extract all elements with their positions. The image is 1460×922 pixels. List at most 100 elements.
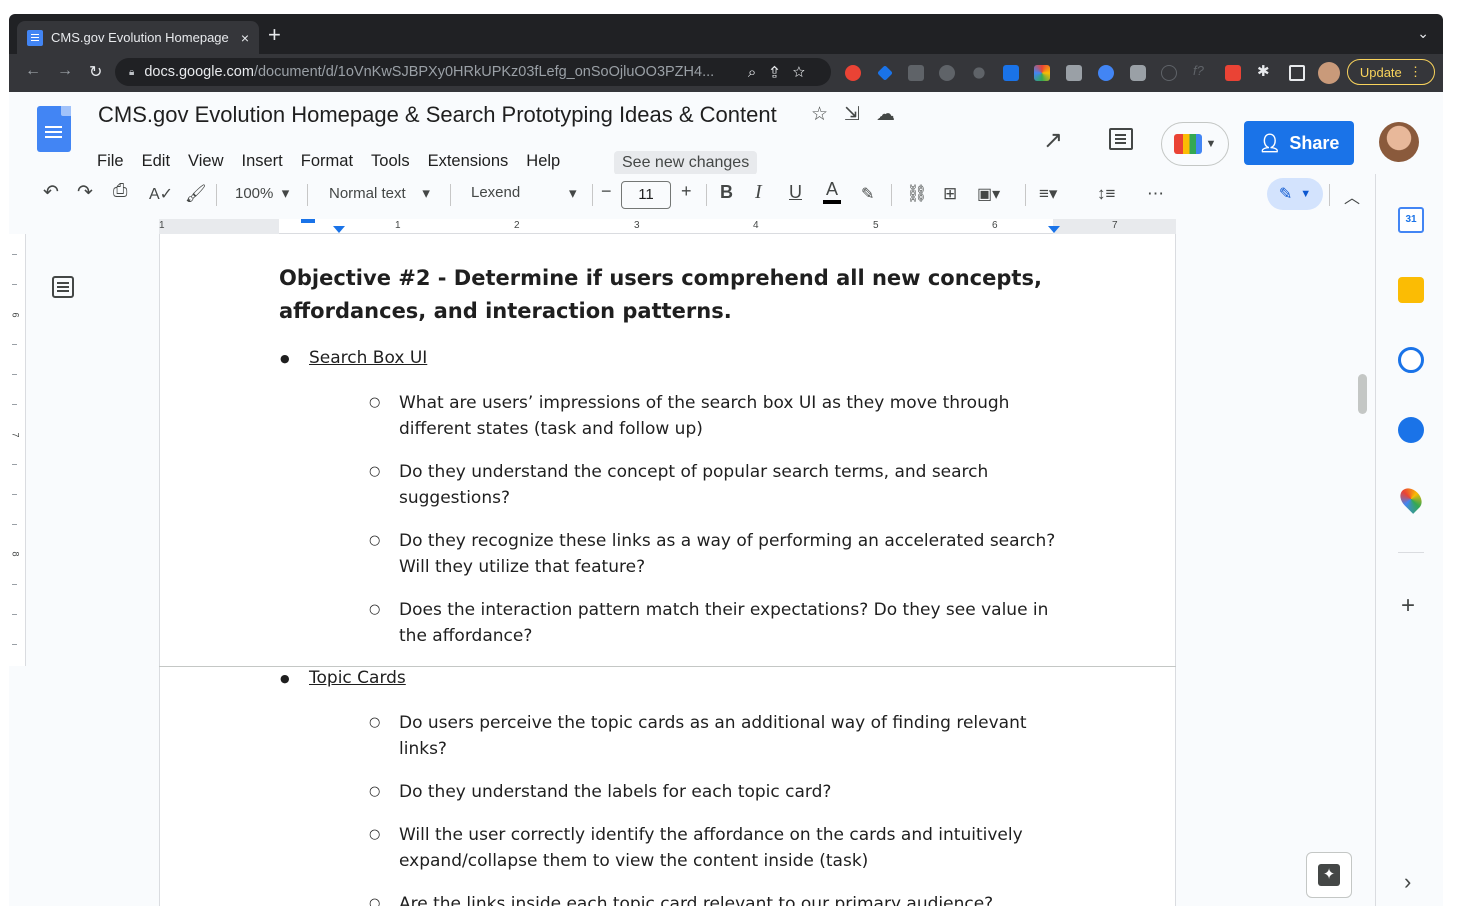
side-panel-toggle-icon[interactable] <box>1289 65 1305 81</box>
title-star-move-cloud-icon[interactable]: ☆⇲☁ <box>811 103 911 126</box>
menu-format[interactable]: Format <box>301 152 362 171</box>
extension-blue-icon[interactable] <box>1098 65 1114 81</box>
address-bar[interactable]: 🔒︎ docs.google.com /document/d/1oVnKwSJB… <box>115 58 831 86</box>
align-icon[interactable]: ≡▾ <box>1039 184 1057 204</box>
profile-avatar-icon[interactable] <box>1318 62 1340 84</box>
docs-logo-icon[interactable] <box>37 106 71 152</box>
meet-camera-icon <box>1173 134 1202 154</box>
expand-panel-icon[interactable]: › <box>1404 869 1411 895</box>
right-indent-handle[interactable] <box>1048 226 1060 233</box>
list-item: Are the links inside each topic card rel… <box>369 891 1069 906</box>
collapse-menus-icon[interactable]: ︿ <box>1344 184 1360 208</box>
extension-u-icon[interactable] <box>939 65 955 81</box>
document-body[interactable]: Objective #2 - Determine if users compre… <box>279 262 1079 906</box>
editing-mode-button[interactable]: ✎ ▼ <box>1267 178 1323 210</box>
ruler-number: 2 <box>514 220 520 231</box>
menu-edit[interactable]: Edit <box>142 152 179 171</box>
extension-fx-icon[interactable]: f? <box>1193 63 1209 79</box>
vruler-tick <box>12 374 17 375</box>
avatar[interactable] <box>1379 122 1419 162</box>
omnibox-actions-icon[interactable]: ⌕⇪☆ <box>748 64 819 81</box>
extension-info-icon[interactable] <box>1161 65 1177 81</box>
line-spacing-icon[interactable]: ↕≡ <box>1097 184 1115 204</box>
forward-icon[interactable]: → <box>57 62 73 80</box>
redo-icon[interactable]: ↷ <box>77 181 93 204</box>
zoom-select[interactable]: 100% ▾ <box>235 184 289 202</box>
side-panel-divider <box>1398 552 1424 553</box>
extension-percent-icon[interactable] <box>1225 65 1241 81</box>
menu-help[interactable]: Help <box>526 152 569 171</box>
increase-font-size-button[interactable]: + <box>681 181 692 202</box>
menu-file[interactable]: File <box>97 152 133 171</box>
pencil-icon: ✎ <box>1278 186 1293 203</box>
extension-camera-icon[interactable] <box>1130 65 1146 81</box>
menu-extensions[interactable]: Extensions <box>428 152 518 171</box>
tab-search-icon[interactable]: ⌄ <box>1417 25 1429 42</box>
maps-icon[interactable] <box>1396 484 1426 514</box>
spellcheck-icon[interactable]: A✓ <box>149 184 173 204</box>
vruler-tick <box>12 644 17 645</box>
lock-icon: 🔒︎ <box>129 66 135 78</box>
tasks-icon[interactable] <box>1398 347 1424 373</box>
style-select[interactable]: Normal text ▾ <box>329 184 430 202</box>
text-color-button[interactable]: A <box>823 179 842 204</box>
list-item: Do they understand the labels for each t… <box>369 779 1069 805</box>
underline-button[interactable]: U <box>789 182 802 203</box>
vruler-tick <box>12 494 17 495</box>
print-icon[interactable]: ⎙ <box>113 180 127 201</box>
font-chevron-down-icon[interactable]: ▾ <box>569 184 577 202</box>
divider <box>1025 184 1026 206</box>
vruler-number: 8 <box>10 551 21 557</box>
extension-red-icon[interactable] <box>845 65 861 81</box>
reload-icon[interactable]: ↻ <box>89 62 102 82</box>
extension-color-icon[interactable] <box>1034 65 1050 81</box>
undo-icon[interactable]: ↶ <box>43 181 59 204</box>
more-options-icon[interactable]: ⋯ <box>1147 184 1164 204</box>
activity-trend-icon[interactable]: ↗ <box>1043 126 1063 155</box>
decrease-font-size-button[interactable]: − <box>601 181 612 202</box>
extensions-puzzle-icon[interactable]: ✱ <box>1257 62 1273 80</box>
insert-link-icon[interactable]: ⛓︎ <box>906 184 928 204</box>
menu-tools[interactable]: Tools <box>371 152 419 171</box>
extension-dots-icon[interactable] <box>908 65 924 81</box>
comments-icon[interactable] <box>1109 128 1133 150</box>
share-button[interactable]: 👤︎ Share <box>1244 121 1354 165</box>
contacts-icon[interactable] <box>1398 417 1424 443</box>
extension-gray-icon[interactable] <box>1066 65 1082 81</box>
document-title[interactable]: CMS.gov Evolution Homepage & Search Prot… <box>98 102 777 128</box>
extension-dot-icon[interactable] <box>973 67 985 79</box>
browser-tab[interactable]: CMS.gov Evolution Homepage × <box>17 21 259 54</box>
insert-image-icon[interactable]: ▣▾ <box>977 184 1000 204</box>
meet-button[interactable]: ▼ <box>1161 122 1229 166</box>
page-break <box>159 666 1176 667</box>
update-button[interactable]: Update ⋮ <box>1346 59 1435 85</box>
document-scrollbar[interactable] <box>1358 374 1367 414</box>
calendar-icon[interactable]: 31 <box>1398 207 1424 233</box>
add-comment-icon[interactable]: ⊞ <box>943 184 957 204</box>
extension-grid-icon[interactable] <box>1003 65 1019 81</box>
paint-format-icon[interactable]: 🖌︎ <box>185 184 207 204</box>
explore-button[interactable]: ✦ <box>1306 852 1352 898</box>
horizontal-ruler[interactable]: 1 1 2 3 4 5 6 7 <box>159 219 1176 234</box>
browser-window: CMS.gov Evolution Homepage × + ⌄ ← → ↻ 🔒… <box>9 14 1443 906</box>
italic-button[interactable]: I <box>755 181 762 204</box>
style-value: Normal text <box>329 185 406 202</box>
vruler-tick <box>12 464 17 465</box>
get-addons-icon[interactable]: + <box>1401 592 1415 620</box>
bold-button[interactable]: B <box>720 182 733 203</box>
new-tab-button[interactable]: + <box>268 22 281 48</box>
extension-gem-icon[interactable] <box>877 65 893 81</box>
menu-insert[interactable]: Insert <box>242 152 292 171</box>
font-size-input[interactable]: 11 <box>621 181 671 209</box>
first-line-indent-handle[interactable] <box>301 219 315 223</box>
document-outline-icon[interactable] <box>52 276 74 298</box>
font-select[interactable]: Lexend <box>471 184 520 201</box>
see-new-changes-button[interactable]: See new changes <box>614 151 758 175</box>
left-indent-handle[interactable] <box>333 226 345 233</box>
highlight-icon[interactable]: ✎ <box>861 184 874 204</box>
person-icon: 👤︎ <box>1258 132 1282 153</box>
menu-view[interactable]: View <box>188 152 232 171</box>
tab-close-icon[interactable]: × <box>241 30 249 46</box>
back-icon[interactable]: ← <box>25 62 41 80</box>
keep-icon[interactable] <box>1398 277 1424 303</box>
